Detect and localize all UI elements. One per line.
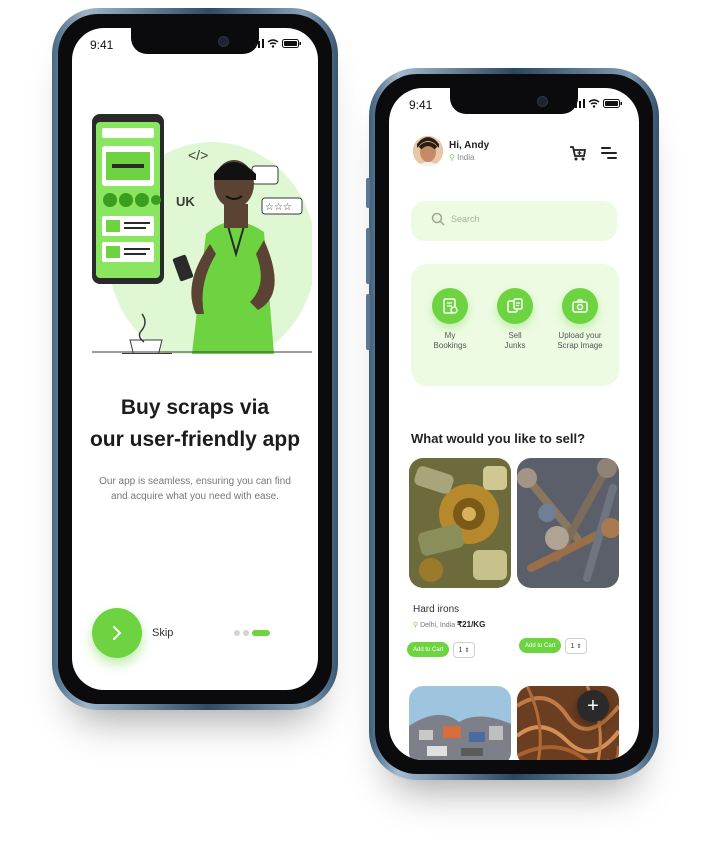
item-meta: ⚲ Delhi, India ₹21/KG [413, 620, 485, 629]
onboarding-title-line2: our user-friendly app [89, 428, 301, 451]
quantity-value: 1 [458, 646, 463, 654]
skip-link[interactable]: Skip [152, 627, 173, 639]
onboarding-subtitle: Our app is seamless, ensuring you can fi… [99, 476, 291, 502]
label-line: My [444, 331, 456, 340]
item-name: Hard irons [413, 604, 460, 615]
volume-down-button [366, 294, 370, 350]
user-location: ⚲ India [449, 153, 474, 162]
my-bookings-label: My Bookings [415, 331, 485, 351]
label-line: Scrap Image [557, 341, 603, 350]
status-icons [250, 39, 302, 48]
page-dot[interactable] [243, 630, 249, 636]
location-pin-icon: ⚲ [449, 153, 455, 162]
status-time: 9:41 [90, 38, 114, 52]
phone-bezel: 9:41 </> UK ☆☆☆ Buy scraps via our user-… [58, 14, 332, 704]
search-input[interactable]: Search [411, 201, 617, 241]
avatar-image [413, 136, 443, 166]
stepper-arrows-icon: ⇕ [576, 643, 582, 650]
page-dot[interactable] [234, 630, 240, 636]
quantity-select[interactable]: 1 ⇕ [453, 642, 475, 658]
status-icons [571, 99, 623, 108]
product-image-bolts[interactable] [517, 458, 619, 588]
product-image-junkyard[interactable] [409, 686, 511, 760]
cart-icon[interactable] [569, 144, 587, 162]
camera-dot [537, 96, 548, 107]
wifi-icon [588, 99, 600, 108]
camera-dot [218, 36, 229, 47]
quantity-select[interactable]: 1 ⇕ [565, 638, 587, 654]
location-pin-icon: ⚲ [413, 622, 419, 629]
signal-icon [250, 39, 264, 48]
item-price: ₹21/KG [457, 620, 486, 629]
label-line: Junks [504, 341, 526, 350]
signal-icon [571, 99, 585, 108]
volume-up-button [366, 228, 370, 284]
product-image-hard-irons[interactable] [409, 458, 511, 588]
home-screen: 9:41 Hi, Andy ⚲ India Search My Bookings… [389, 88, 639, 760]
sell-icon [497, 288, 533, 324]
notch [131, 28, 259, 54]
booking-icon [432, 288, 468, 324]
add-to-cart-button[interactable]: Add to Cart [407, 642, 450, 657]
plus-icon: + [587, 694, 599, 717]
page-dot-active[interactable] [252, 630, 270, 636]
onboarding-illustration: </> UK ☆☆☆ [92, 114, 312, 354]
svg-text:☆☆☆: ☆☆☆ [265, 202, 292, 213]
notch [450, 88, 578, 114]
camera-upload-icon [562, 288, 598, 324]
stepper-arrows-icon: ⇕ [464, 647, 470, 654]
quick-actions-panel: My Bookings Sell Junks Upload your Scrap… [411, 264, 619, 386]
label-line: Sell [508, 331, 522, 340]
location-text: India [457, 153, 475, 162]
phone-bezel: 9:41 Hi, Andy ⚲ India Search My Bookings… [375, 74, 653, 774]
onboarding-title-line1: Buy scraps via [120, 396, 270, 419]
item-location: Delhi, India [420, 622, 456, 629]
label-line: Bookings [433, 341, 467, 350]
battery-icon [603, 99, 622, 108]
avatar[interactable] [413, 136, 443, 166]
svg-text:</>: </> [188, 147, 208, 163]
greeting: Hi, Andy [449, 140, 490, 151]
my-bookings-button[interactable]: My Bookings [415, 288, 485, 351]
uk-tag: UK [176, 194, 195, 209]
chevron-right-icon [113, 626, 122, 640]
search-icon [431, 212, 445, 226]
sell-junks-button[interactable]: Sell Junks [480, 288, 550, 351]
wifi-icon [267, 39, 279, 48]
onboarding-screen: 9:41 </> UK ☆☆☆ Buy scraps via our user-… [72, 28, 318, 690]
silent-switch [366, 178, 370, 208]
home-phone: 9:41 Hi, Andy ⚲ India Search My Bookings… [366, 68, 659, 780]
add-to-cart-button[interactable]: Add to Cart [519, 638, 562, 653]
section-title: What would you like to sell? [411, 431, 586, 446]
quantity-value: 1 [570, 642, 575, 650]
onboarding-title: Buy scraps via our user-friendly app [72, 392, 318, 456]
add-fab-button[interactable]: + [577, 690, 609, 722]
sell-junks-label: Sell Junks [480, 331, 550, 351]
status-time: 9:41 [409, 98, 433, 112]
menu-icon[interactable] [601, 146, 617, 160]
upload-scrap-image-button[interactable]: Upload your Scrap Image [545, 288, 615, 351]
battery-icon [282, 39, 301, 48]
label-line: Upload your [558, 331, 602, 340]
page-indicator [234, 630, 270, 636]
upload-scrap-label: Upload your Scrap Image [545, 331, 615, 351]
search-placeholder: Search [451, 214, 480, 224]
next-button[interactable] [92, 608, 142, 658]
onboarding-phone: 9:41 </> UK ☆☆☆ Buy scraps via our user-… [52, 8, 338, 710]
